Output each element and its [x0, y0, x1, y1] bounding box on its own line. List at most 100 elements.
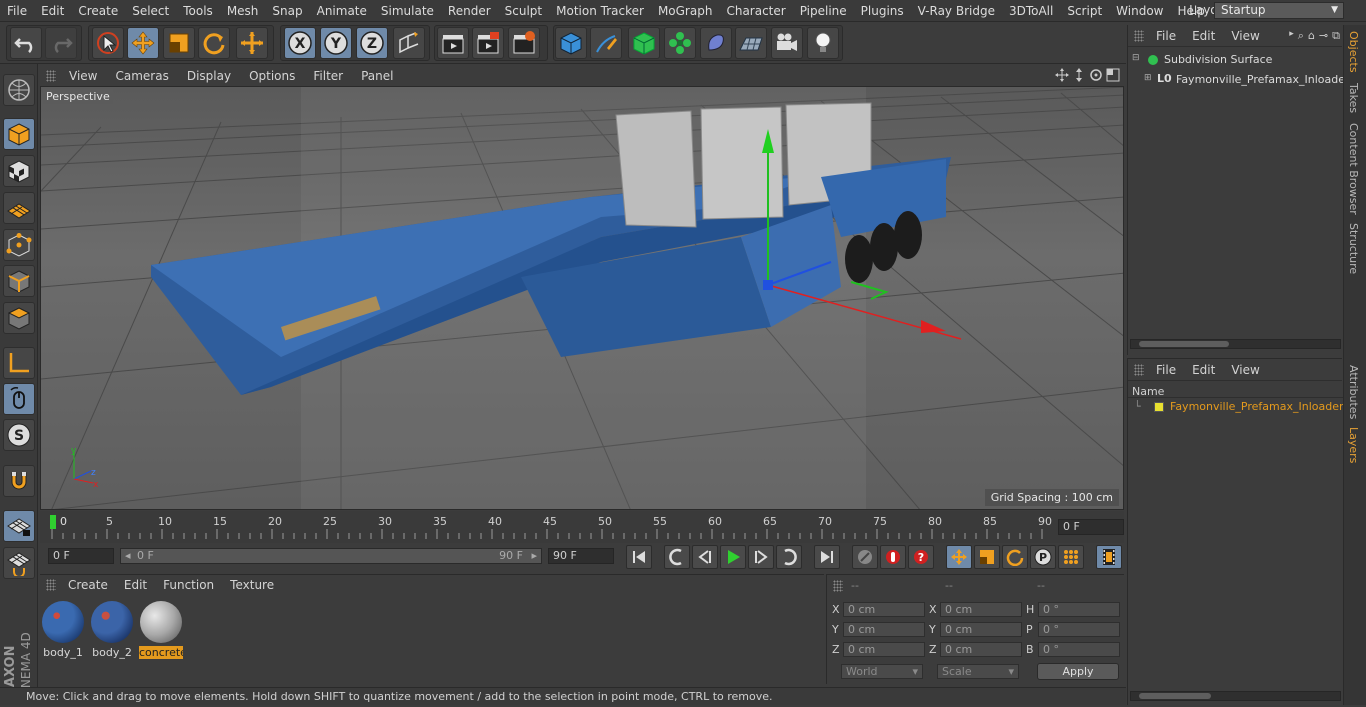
- toggle-view-icon[interactable]: [1106, 68, 1120, 82]
- scroll-thumb[interactable]: [1139, 693, 1211, 699]
- next-frame-button[interactable]: [748, 545, 774, 569]
- menu-pipeline[interactable]: Pipeline: [793, 4, 854, 18]
- object-row-subdivision[interactable]: ⊟ Subdivision Surface: [1132, 52, 1342, 70]
- menu-window[interactable]: Window: [1109, 4, 1170, 18]
- menu-edit[interactable]: Edit: [34, 4, 71, 18]
- viewport-menu-options[interactable]: Options: [240, 69, 304, 83]
- object-hscrollbar[interactable]: [1130, 339, 1341, 349]
- material-concrete[interactable]: concrete: [139, 601, 183, 659]
- render-view-button[interactable]: [437, 27, 469, 59]
- model-mode-button[interactable]: [3, 118, 35, 150]
- menu-render[interactable]: Render: [441, 4, 498, 18]
- orbit-icon[interactable]: [1089, 68, 1103, 82]
- viewport-menu-display[interactable]: Display: [178, 69, 240, 83]
- texture-mode-button[interactable]: [3, 155, 35, 187]
- keyframe-selection-button[interactable]: ?: [908, 545, 934, 569]
- array-button[interactable]: [664, 27, 696, 59]
- material-body-1[interactable]: body_1: [41, 601, 85, 659]
- key-scale-button[interactable]: [974, 545, 1000, 569]
- edges-mode-button[interactable]: [3, 265, 35, 297]
- menu-vray-bridge[interactable]: V-Ray Bridge: [911, 4, 1002, 18]
- tree-expand-icon[interactable]: ⊞: [1144, 73, 1152, 83]
- size-mode-select[interactable]: Scale ▾: [937, 664, 1019, 679]
- go-to-start-button[interactable]: [626, 545, 652, 569]
- timeline[interactable]: 0 5 10 15 20 25 30 35 40 45 50 55 60 65 …: [40, 511, 1124, 543]
- menu-3dtoall[interactable]: 3DToAll: [1002, 4, 1060, 18]
- next-keyframe-button[interactable]: [776, 545, 802, 569]
- cube-object-button[interactable]: [555, 27, 587, 59]
- rotation-h-field[interactable]: 0 °: [1038, 602, 1120, 617]
- tweak-mode-button[interactable]: [3, 383, 35, 415]
- workplane-snap-button[interactable]: [3, 547, 35, 579]
- autokeying-button[interactable]: [880, 545, 906, 569]
- move-tool-button[interactable]: [127, 27, 159, 59]
- menu-snap[interactable]: Snap: [265, 4, 309, 18]
- solo-button[interactable]: S: [3, 419, 35, 451]
- transform-tool-button[interactable]: [236, 27, 268, 59]
- size-y-field[interactable]: 0 cm: [940, 622, 1022, 637]
- key-pla-button[interactable]: [1058, 545, 1084, 569]
- tab-structure[interactable]: Structure: [1347, 223, 1360, 274]
- snap-button[interactable]: [3, 465, 35, 497]
- size-z-field[interactable]: 0 cm: [940, 642, 1022, 657]
- render-picture-viewer-button[interactable]: [472, 27, 504, 59]
- menu-select[interactable]: Select: [125, 4, 176, 18]
- points-mode-button[interactable]: [3, 229, 35, 261]
- make-editable-button[interactable]: [3, 74, 35, 106]
- floor-object-button[interactable]: [735, 27, 767, 59]
- viewport-perspective[interactable]: y z x Perspective Grid Spacing : 100 cm: [40, 86, 1124, 510]
- material-menu-texture[interactable]: Texture: [222, 578, 282, 592]
- coordinate-system-button[interactable]: [393, 27, 425, 59]
- coordinate-space-select[interactable]: World ▾: [841, 664, 923, 679]
- tab-takes[interactable]: Takes: [1347, 83, 1360, 113]
- camera-object-button[interactable]: [771, 27, 803, 59]
- object-menu-edit[interactable]: Edit: [1184, 29, 1223, 43]
- new-window-icon[interactable]: ⧉: [1332, 29, 1340, 43]
- position-z-field[interactable]: 0 cm: [843, 642, 925, 657]
- menu-mograph[interactable]: MoGraph: [651, 4, 720, 18]
- tree-collapse-icon[interactable]: ⊟: [1132, 53, 1140, 63]
- start-frame-field[interactable]: 0 F: [48, 548, 114, 564]
- link-icon[interactable]: ⊸: [1319, 29, 1328, 43]
- layer-color-swatch[interactable]: [1154, 402, 1164, 412]
- previous-keyframe-button[interactable]: [664, 545, 690, 569]
- layer-menu-view[interactable]: View: [1223, 363, 1267, 377]
- key-position-button[interactable]: [946, 545, 972, 569]
- menu-mesh[interactable]: Mesh: [220, 4, 266, 18]
- end-frame-field[interactable]: 90 F: [548, 548, 614, 564]
- undo-button[interactable]: [10, 27, 42, 59]
- render-settings-button[interactable]: [508, 27, 540, 59]
- rotation-b-field[interactable]: 0 °: [1038, 642, 1120, 657]
- viewport-menu-cameras[interactable]: Cameras: [106, 69, 177, 83]
- subdivision-surface-button[interactable]: [628, 27, 660, 59]
- layer-menu-file[interactable]: File: [1148, 363, 1184, 377]
- viewport-camera-label[interactable]: Perspective: [43, 89, 113, 104]
- rotation-p-field[interactable]: 0 °: [1038, 622, 1120, 637]
- rotate-tool-button[interactable]: [198, 27, 230, 59]
- current-frame-field[interactable]: 0 F: [1058, 519, 1124, 535]
- apply-button[interactable]: Apply: [1037, 663, 1119, 680]
- material-menu-edit[interactable]: Edit: [116, 578, 155, 592]
- frame-range-slider[interactable]: ◂ 0 F 90 F ▸: [120, 548, 542, 564]
- timeline-window-button[interactable]: [1096, 545, 1122, 569]
- light-object-button[interactable]: [807, 27, 839, 59]
- previous-frame-button[interactable]: [692, 545, 718, 569]
- size-x-field[interactable]: 0 cm: [940, 602, 1022, 617]
- home-icon[interactable]: ⌂: [1308, 29, 1315, 43]
- key-rotation-button[interactable]: [1002, 545, 1028, 569]
- position-x-field[interactable]: 0 cm: [843, 602, 925, 617]
- search-icon[interactable]: ⌕: [1298, 29, 1304, 43]
- x-axis-lock-button[interactable]: X: [284, 27, 316, 59]
- key-parameter-button[interactable]: P: [1030, 545, 1056, 569]
- pen-spline-button[interactable]: [590, 27, 622, 59]
- tab-content-browser[interactable]: Content Browser: [1347, 123, 1360, 215]
- viewport-menu-view[interactable]: View: [60, 69, 106, 83]
- workplane-mode-button[interactable]: [3, 192, 35, 224]
- zoom-icon[interactable]: [1072, 68, 1086, 82]
- object-menu-view[interactable]: View: [1223, 29, 1267, 43]
- menu-motion-tracker[interactable]: Motion Tracker: [549, 4, 651, 18]
- menu-sculpt[interactable]: Sculpt: [498, 4, 549, 18]
- layer-hscrollbar[interactable]: [1130, 691, 1341, 701]
- tab-layers[interactable]: Layers: [1347, 427, 1360, 463]
- layout-select[interactable]: Startup ▼: [1214, 2, 1344, 19]
